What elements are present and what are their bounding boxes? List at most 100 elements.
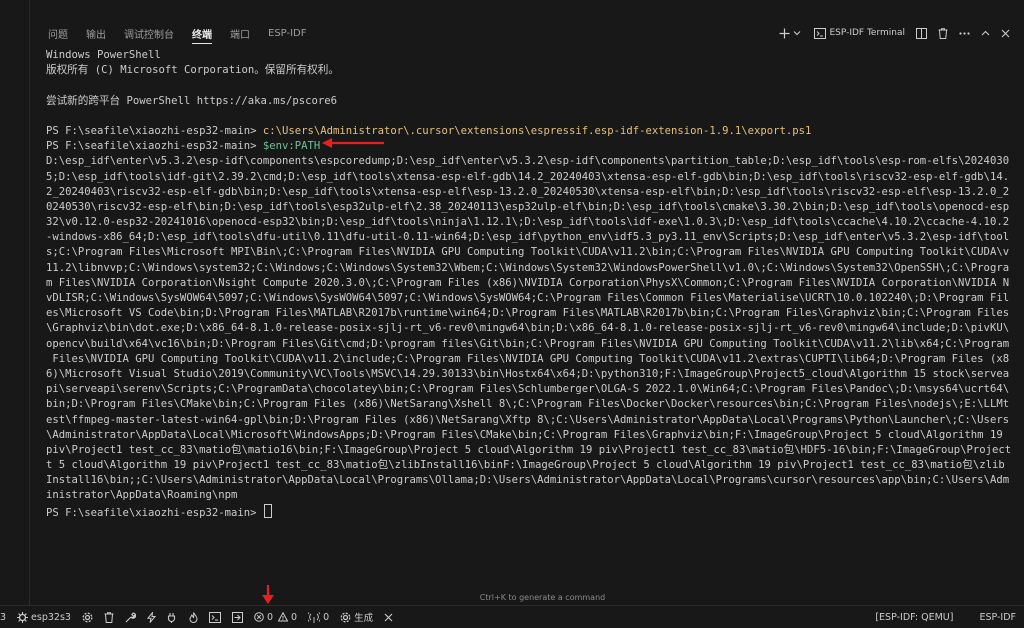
antenna-icon: [308, 611, 321, 623]
wrench-icon: [125, 612, 136, 622]
full-clean-button[interactable]: [104, 606, 114, 628]
build-tool-button[interactable]: [125, 606, 136, 628]
cancel-build-button[interactable]: [384, 606, 393, 628]
terminal-profiles-dropdown[interactable]: [793, 30, 801, 36]
new-terminal-button[interactable]: [779, 28, 790, 39]
panel-tabs: 问题 输出 调试控制台 终端 端口 ESP-IDF: [30, 22, 307, 44]
terminal-icon: [208, 611, 221, 623]
monitor-button[interactable]: [167, 606, 178, 628]
ai-hint: Ctrl+K to generate a command: [479, 593, 606, 602]
terminal-line: 6)\Microsoft Visual Studio\2019\Communit…: [46, 367, 1010, 380]
terminal-line: -windows-x86_64;D:\esp_idf\tools\dfu-uti…: [46, 231, 1010, 244]
esp-idf-indicator[interactable]: ESP-IDF: [979, 606, 1016, 628]
build-button[interactable]: 生成: [340, 606, 373, 628]
plug-icon: [167, 612, 176, 623]
split-terminal-button[interactable]: [916, 27, 927, 39]
terminal-icon: [814, 27, 827, 39]
status-right: [ESP-IDF: QEMU] ESP-IDF: [857, 606, 1024, 628]
terminal-line: Files\NVIDIA GPU Computing Toolkit\CUDA\…: [46, 352, 1010, 365]
terminal-line: \Graphviz\bin\dot.exe;D:\x86_64-8.1.0-re…: [46, 322, 1010, 335]
tab-debug-console[interactable]: 调试控制台: [124, 22, 174, 44]
qemu-indicator[interactable]: [ESP-IDF: QEMU]: [875, 606, 953, 628]
panel-actions: ESP-IDF Terminal: [768, 22, 1024, 44]
terminal-line: bin;D:\Program Files\CMake\bin;C:\Progra…: [46, 398, 1010, 411]
ports-indicator[interactable]: 0: [308, 606, 329, 628]
more-actions-button[interactable]: [959, 31, 970, 35]
terminal-line: 0240530\riscv32-esp-elf\bin;D:\esp_idf\t…: [46, 200, 1010, 213]
terminal-line: 尝试新的跨平台 PowerShell https://aka.ms/pscore…: [46, 94, 338, 107]
problems-indicator[interactable]: 0 0: [254, 606, 297, 628]
chip-icon: [17, 611, 29, 623]
terminal-line: pi\serveapi\serenv\Scripts;C:\ProgramDat…: [46, 383, 1010, 396]
tab-output[interactable]: 输出: [86, 22, 106, 44]
current-prompt-line: PS F:\seafile\xiaozhi-esp32-main>: [46, 503, 1016, 519]
command-line-2: PS F:\seafile\xiaozhi-esp32-main> $env:P…: [46, 139, 1016, 154]
red-arrow-annotation-down: [262, 585, 274, 604]
tab-esp-idf[interactable]: ESP-IDF: [268, 22, 307, 44]
command-text: c:\Users\Administrator\.cursor\extension…: [262, 124, 812, 137]
terminal-line: s;C:\Program Files\Microsoft MPI\Bin\;C:…: [46, 246, 1010, 259]
prompt: PS F:\seafile\xiaozhi-esp32-main>: [46, 124, 263, 137]
split-icon: [916, 27, 927, 39]
close-icon: [384, 613, 393, 621]
kill-terminal-button[interactable]: [938, 27, 948, 39]
path-output: D:\esp_idf\enter\v5.3.2\esp-idf\componen…: [46, 154, 1016, 503]
flame-icon: [189, 611, 198, 623]
terminal-line: 2_20240403\riscv32-esp-elf-gdb\bin;D:\es…: [46, 185, 1010, 198]
gear-icon: [340, 612, 351, 622]
chevron-down-icon: [794, 31, 801, 36]
terminal-line: opencv\build\x64\vc16\bin;D:\Program Fil…: [46, 337, 1010, 350]
tab-terminal[interactable]: 终端: [192, 22, 212, 44]
build-flash-monitor-button[interactable]: [189, 606, 198, 628]
terminal-line: 11.2\libnvvp;C:\Windows\system32;C:\Wind…: [46, 261, 1010, 274]
status-fragment: 3: [0, 611, 7, 623]
terminal-line: 5;D:\esp_idf\tools\idf-git\2.39.2\cmd;D:…: [46, 170, 1010, 183]
terminal-line: inistrator\AppData\Roaming\npm: [46, 489, 238, 502]
terminal-line: piv\Project1 test_cc_83\matio包\matio16\b…: [46, 443, 1012, 456]
command-line-1: PS F:\seafile\xiaozhi-esp32-main> c:\Use…: [46, 124, 1016, 139]
activity-bar-edge: [0, 0, 30, 605]
terminal-line: Windows PowerShell: [46, 49, 161, 61]
terminal-line: es\Microsoft VS Code\bin;D:\Program File…: [46, 307, 1010, 320]
terminal-line: \Administrator\AppData\Local\Microsoft\W…: [46, 428, 1003, 441]
panel-header: 问题 输出 调试控制台 终端 端口 ESP-IDF ESP-IDF Termin…: [30, 22, 1024, 44]
chip-selector[interactable]: esp32s3: [17, 606, 71, 628]
sdkconfig-button[interactable]: [82, 606, 93, 628]
terminal-line: 32\v0.12.0-esp32-20241016\openocd-esp32\…: [46, 216, 1010, 229]
command-text: $env:PATH: [262, 140, 321, 153]
esp-idf-terminal-button[interactable]: [208, 606, 221, 628]
error-icon: [254, 612, 264, 622]
ellipsis-icon: [959, 31, 970, 35]
trash-icon: [104, 611, 114, 623]
antenna-count: 0: [323, 611, 330, 623]
error-count: 0: [266, 611, 274, 623]
trash-icon: [938, 27, 948, 39]
terminal-line: t 5 cloud\Algorithm 19 piv\Project1 test…: [46, 459, 1005, 472]
build-label: 生成: [354, 613, 374, 624]
chevron-up-icon: [981, 30, 990, 36]
terminal-output[interactable]: Windows PowerShell 版权所有 (C) Microsoft Co…: [46, 48, 1016, 528]
tab-problems[interactable]: 问题: [48, 22, 68, 44]
tab-ports[interactable]: 端口: [230, 22, 250, 44]
terminal-name: ESP-IDF Terminal: [829, 28, 905, 38]
warning-icon: [278, 612, 289, 622]
execute-action-button[interactable]: [231, 606, 243, 628]
arrow-into-box-icon: [231, 611, 243, 623]
cursor: [263, 503, 272, 518]
close-panel-button[interactable]: [1001, 29, 1010, 38]
warning-count: 0: [291, 611, 298, 623]
close-icon: [1001, 29, 1010, 37]
terminal-line: Install16\bin;;C:\Users\Administrator\Ap…: [46, 474, 1010, 487]
terminal-line: 版权所有 (C) Microsoft Corporation。保留所有权利。: [46, 64, 339, 77]
gear-icon: [82, 612, 93, 622]
prompt: PS F:\seafile\xiaozhi-esp32-main>: [46, 140, 263, 153]
terminal-instance[interactable]: ESP-IDF Terminal: [814, 27, 905, 39]
red-arrow-annotation: [322, 138, 384, 148]
terminal-line: m Files\NVIDIA Corporation\Nsight Comput…: [46, 276, 1010, 289]
maximize-panel-button[interactable]: [981, 30, 990, 36]
terminal-line: vDLISR;C:\Windows\SysWOW64\5097;C:\Windo…: [46, 292, 1010, 304]
prompt: PS F:\seafile\xiaozhi-esp32-main>: [46, 506, 263, 519]
flash-button[interactable]: [146, 606, 156, 628]
